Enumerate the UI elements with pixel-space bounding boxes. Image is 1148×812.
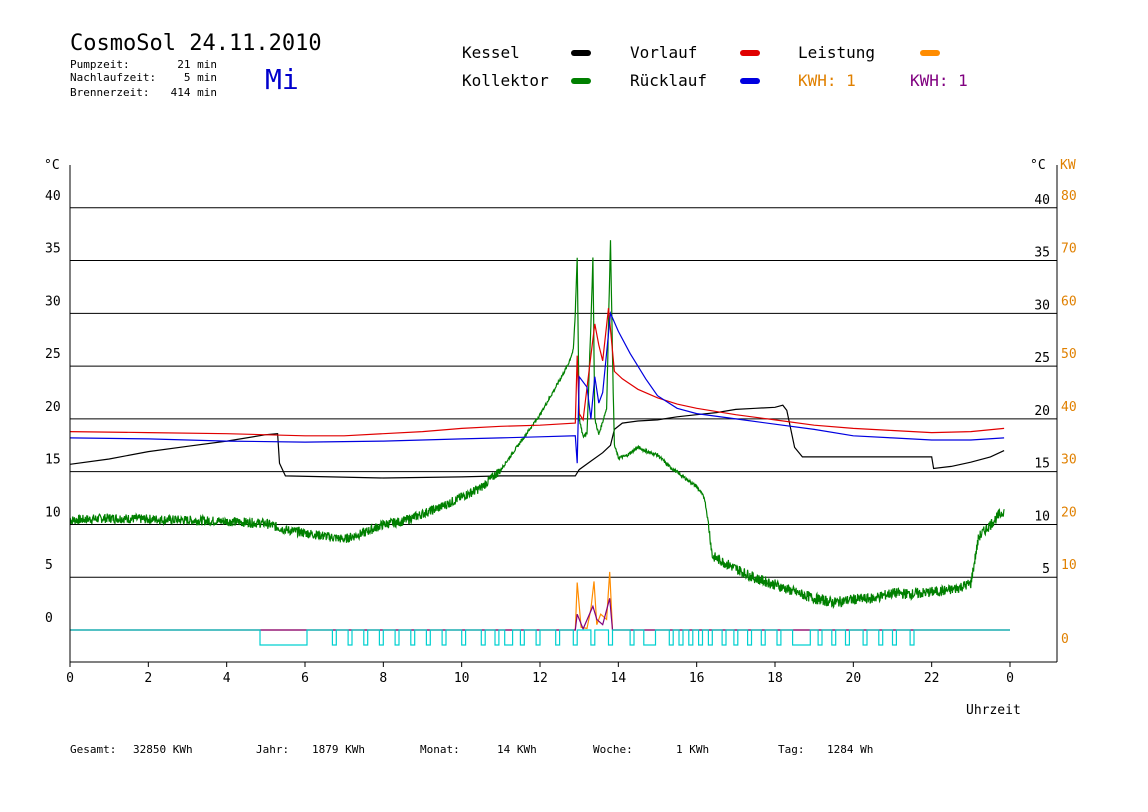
y-tick-label-kw: 40	[1061, 400, 1077, 415]
axis-ticks: 0510152025303540510152025303540010203040…	[45, 189, 1077, 686]
x-tick-label: 2	[144, 671, 152, 686]
series-line-vorlauf	[69, 308, 1005, 437]
legend: Kessel Kollektor Vorlauf Rücklauf Leistu…	[462, 43, 968, 90]
legend-label-ruecklauf: Rücklauf	[630, 71, 707, 90]
y-tick-label-left: 10	[45, 505, 61, 520]
series-line-kwh	[70, 598, 1010, 631]
y-tick-label-right: 20	[1034, 404, 1050, 419]
x-tick-label: 0	[66, 671, 74, 686]
stat-value-pumpzeit: 21 min	[177, 58, 217, 71]
stat-label-nachlaufzeit: Nachlaufzeit:	[70, 71, 156, 84]
series-line-kessel	[69, 404, 1005, 479]
header-stats: Pumpzeit: 21 min Nachlaufzeit: 5 min Bre…	[70, 58, 217, 99]
stat-label-brennerzeit: Brennerzeit:	[70, 86, 149, 99]
legend-label-kollektor: Kollektor	[462, 71, 549, 90]
legend-swatch-vorlauf	[740, 50, 760, 56]
footer-value-jahr: 1879 KWh	[312, 743, 365, 756]
legend-swatch-ruecklauf	[740, 78, 760, 84]
weekday-label: Mi	[265, 63, 299, 96]
series-line-leistung	[70, 571, 1010, 631]
x-tick-label: 0	[1006, 671, 1014, 686]
x-tick-label: 8	[379, 671, 387, 686]
x-tick-label: 14	[611, 671, 627, 686]
y-tick-label-kw: 20	[1061, 505, 1077, 520]
x-tick-label: 12	[532, 671, 548, 686]
y-tick-label-left: 5	[45, 558, 53, 573]
y-tick-label-right: 40	[1034, 193, 1050, 208]
legend-swatch-kollektor	[571, 78, 591, 84]
footer-label-jahr: Jahr:	[256, 743, 289, 756]
stat-value-nachlaufzeit: 5 min	[184, 71, 217, 84]
x-axis-label: Uhrzeit	[966, 703, 1021, 718]
y-tick-label-kw: 70	[1061, 242, 1077, 257]
y-tick-label-left: 30	[45, 294, 61, 309]
footer-totals: Gesamt: 32850 KWh Jahr: 1879 KWh Monat: …	[70, 743, 873, 756]
pump-signal-line	[70, 629, 1010, 646]
footer-value-gesamt: 32850 KWh	[133, 743, 193, 756]
legend-label-vorlauf: Vorlauf	[630, 43, 697, 62]
solar-log-chart: CosmoSol 24.11.2010 Pumpzeit: 21 min Nac…	[44, 31, 1077, 756]
y-tick-label-right: 25	[1034, 351, 1050, 366]
x-tick-label: 4	[223, 671, 231, 686]
y-axis-unit-kw: KW	[1060, 158, 1076, 173]
y-tick-label-right: 10	[1034, 509, 1050, 524]
y-tick-label-kw: 10	[1061, 558, 1077, 573]
x-tick-label: 20	[846, 671, 862, 686]
y-tick-label-kw: 30	[1061, 453, 1077, 468]
y-axis-unit-left: °C	[44, 158, 60, 173]
x-tick-label: 18	[767, 671, 783, 686]
y-tick-label-right: 30	[1034, 298, 1050, 313]
x-tick-label: 22	[924, 671, 940, 686]
stat-value-brennerzeit: 414 min	[171, 86, 217, 99]
y-tick-label-kw: 50	[1061, 347, 1077, 362]
plot-area	[69, 240, 1010, 646]
legend-swatch-leistung	[920, 50, 940, 56]
footer-label-monat: Monat:	[420, 743, 460, 756]
legend-label-leistung: Leistung	[798, 43, 875, 62]
y-tick-label-left: 25	[45, 347, 61, 362]
y-axis-unit-right: °C	[1030, 158, 1046, 173]
stat-label-pumpzeit: Pumpzeit:	[70, 58, 130, 71]
y-tick-label-kw: 60	[1061, 294, 1077, 309]
y-tick-label-left: 35	[45, 242, 61, 257]
y-tick-label-right: 5	[1042, 562, 1050, 577]
x-tick-label: 10	[454, 671, 470, 686]
x-tick-label: 16	[689, 671, 705, 686]
y-tick-label-right: 15	[1034, 457, 1050, 472]
chart-title: CosmoSol 24.11.2010	[70, 31, 322, 56]
y-tick-label-kw: 80	[1061, 189, 1077, 204]
y-tick-label-left: 15	[45, 453, 61, 468]
legend-label-kessel: Kessel	[462, 43, 520, 62]
y-tick-label-right: 35	[1034, 246, 1050, 261]
legend-swatch-kessel	[571, 50, 591, 56]
footer-value-tag: 1284 Wh	[827, 743, 873, 756]
series-line-kollektor	[69, 240, 1005, 610]
y-tick-label-left: 20	[45, 400, 61, 415]
y-tick-label-left: 40	[45, 189, 61, 204]
footer-value-woche: 1 KWh	[676, 743, 709, 756]
y-tick-label-left: 0	[45, 611, 53, 626]
legend-label-kwh-orange: KWH: 1	[798, 71, 856, 90]
footer-value-monat: 14 KWh	[497, 743, 537, 756]
series-line-ruecklauf	[69, 310, 1005, 464]
y-tick-label-kw: 0	[1061, 632, 1069, 647]
footer-label-woche: Woche:	[593, 743, 633, 756]
legend-label-kwh-purple: KWH: 1	[910, 71, 968, 90]
x-tick-label: 6	[301, 671, 309, 686]
footer-label-gesamt: Gesamt:	[70, 743, 116, 756]
footer-label-tag: Tag:	[778, 743, 805, 756]
